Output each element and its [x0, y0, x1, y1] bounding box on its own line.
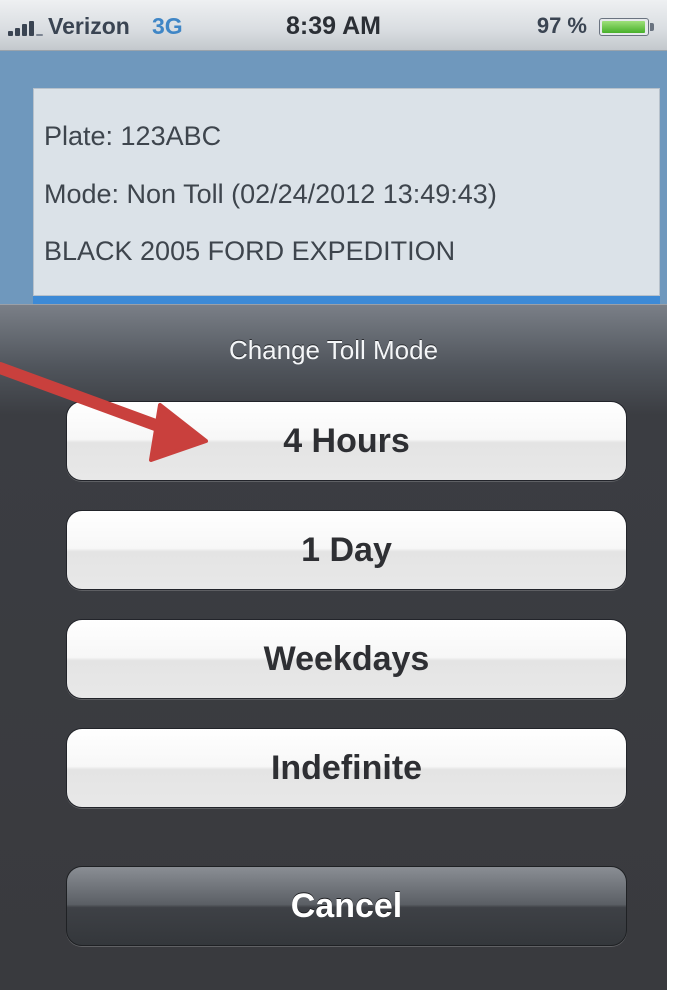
plate-text: Plate: 123ABC — [44, 121, 222, 151]
right-edge — [667, 0, 673, 990]
cancel-button[interactable]: Cancel — [66, 866, 627, 946]
battery-percent: 97 % — [536, 13, 587, 38]
selection-stripe — [33, 296, 660, 304]
option-1-day-button[interactable]: 1 Day — [66, 510, 627, 590]
status-bar: Verizon 3G 8:39 AM 97 % — [0, 0, 667, 51]
action-sheet-title: Change Toll Mode — [228, 335, 439, 365]
action-sheet: Change Toll Mode 4 Hours 1 Day Weekdays … — [0, 304, 667, 990]
option-weekdays-button[interactable]: Weekdays — [66, 619, 627, 699]
option-indefinite-button[interactable]: Indefinite — [66, 728, 627, 808]
phone-screen: Verizon 3G 8:39 AM 97 % Plate: 123ABC Mo… — [0, 0, 667, 990]
vehicle-info-card: Plate: 123ABC Mode: Non Toll (02/24/2012… — [33, 88, 660, 296]
mode-text: Mode: Non Toll (02/24/2012 13:49:43) — [44, 179, 497, 209]
option-4-hours-button[interactable]: 4 Hours — [66, 401, 627, 481]
battery-icon — [599, 18, 655, 36]
vehicle-description: BLACK 2005 FORD EXPEDITION — [44, 236, 456, 266]
